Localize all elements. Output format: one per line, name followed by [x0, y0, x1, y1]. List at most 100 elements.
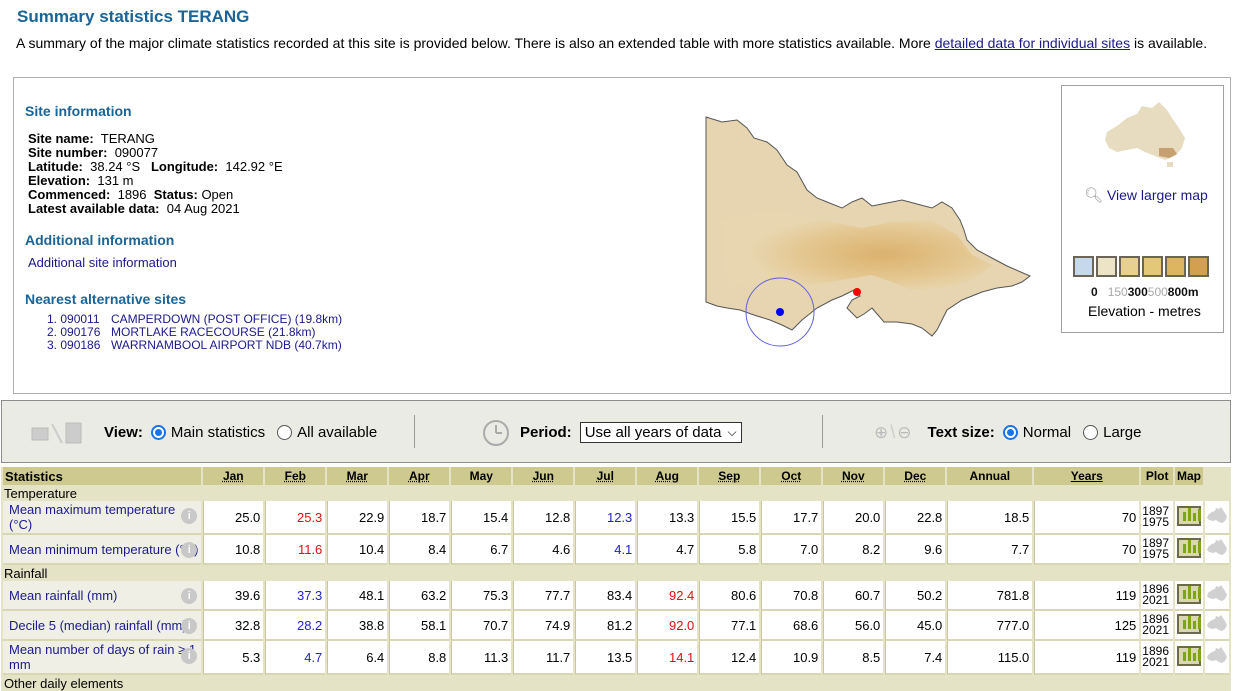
month-header[interactable]: Feb [265, 467, 326, 485]
statistic-label: Mean number of days of rain ≥ 1 mm [9, 642, 197, 672]
month-value-cell: 70.7 [451, 611, 512, 641]
map-cell [1205, 581, 1229, 611]
group-label: Rainfall [3, 565, 1203, 581]
bar-chart-icon[interactable] [1177, 505, 1201, 526]
month-header[interactable]: Aug [637, 467, 698, 485]
elevation-label: Elevation: [28, 173, 91, 188]
month-header[interactable]: Jun [513, 467, 574, 485]
statistic-label-cell[interactable]: Decile 5 (median) rainfall (mm) i [3, 611, 202, 641]
month-value-cell: 12.4 [699, 641, 760, 675]
climate-statistics-table: Statistics Jan Feb Mar Apr May Jun Jul Aug Sep Oc… [1, 467, 1231, 691]
radio-checked-icon [150, 425, 166, 440]
australia-map-icon [1207, 584, 1227, 601]
month-header[interactable]: May [451, 467, 512, 485]
zoom-in-icon[interactable]: ⊕ [874, 423, 888, 443]
month-value-cell: 11.6 [265, 535, 326, 565]
month-header[interactable]: Jan [203, 467, 264, 485]
month-value-cell: 70.8 [761, 581, 822, 611]
statistic-label-cell[interactable]: Mean minimum temperature (°C) i [3, 535, 202, 565]
zoom-out-icon[interactable]: ⊖ [897, 423, 911, 443]
page-title: Summary statistics TERANG [17, 7, 250, 26]
text-size-normal-radio[interactable]: Normal [1002, 424, 1071, 441]
month-header[interactable]: Apr [389, 467, 450, 485]
bar-chart-icon[interactable] [1177, 583, 1201, 604]
table-toolbar: View: Main statistics All available Peri… [1, 400, 1231, 463]
victoria-elevation-map[interactable] [692, 110, 1052, 360]
month-value-cell: 12.3 [575, 501, 636, 535]
info-icon[interactable]: i [181, 618, 198, 634]
month-header[interactable]: Jul [575, 467, 636, 485]
text-size-large-radio[interactable]: Large [1083, 424, 1141, 441]
month-header[interactable]: Nov [823, 467, 884, 485]
view-main-statistics-radio[interactable]: Main statistics [150, 424, 265, 441]
site-name-value: TERANG [100, 131, 155, 146]
month-value-cell: 60.7 [823, 581, 884, 611]
month-value-cell: 4.6 [513, 535, 574, 565]
month-header[interactable]: Sep [699, 467, 760, 485]
month-value-cell: 6.4 [327, 641, 388, 675]
month-header-label: Jun [532, 469, 554, 483]
month-value-cell: 7.4 [885, 641, 946, 675]
month-value-cell: 45.0 [885, 611, 946, 641]
bar-chart-icon[interactable] [1177, 537, 1201, 558]
statistic-label-cell[interactable]: Mean maximum temperature (°C) i [3, 501, 202, 535]
years-header[interactable]: Years [1034, 467, 1140, 485]
australia-map-icon [1207, 506, 1227, 523]
month-value-cell: 77.7 [513, 581, 574, 611]
table-row: Mean minimum temperature (°C) i 10.8 11.6 10… [3, 535, 1229, 565]
info-icon[interactable]: i [181, 508, 198, 524]
plot-cell [1175, 535, 1203, 565]
status-label: Status: [153, 187, 198, 202]
view-all-available-radio[interactable]: All available [277, 424, 377, 441]
years-count-cell: 70 [1034, 501, 1140, 535]
longitude-value: 142.92 °E [225, 159, 283, 174]
legend-label: 0 [1091, 285, 1098, 299]
info-icon[interactable]: i [181, 588, 198, 604]
nearest-site-name: MORTLAKE RACECOURSE (21.8km) [111, 325, 316, 339]
month-header-label: Feb [284, 469, 306, 483]
table-layout-toggle[interactable] [30, 401, 86, 464]
map-cell [1205, 501, 1229, 535]
period-group: Period: Use all years of data ⌵ [482, 401, 742, 464]
month-header[interactable]: Dec [885, 467, 946, 485]
legend-swatch [1073, 256, 1094, 277]
month-header[interactable]: Mar [327, 467, 388, 485]
text-size-label: Text size: [927, 424, 995, 441]
australia-locator-map[interactable] [1097, 96, 1197, 171]
month-value-cell: 13.3 [637, 501, 698, 535]
statistic-label-cell[interactable]: Mean rainfall (mm) i [3, 581, 202, 611]
years-count-cell: 125 [1034, 611, 1140, 641]
nearest-site-item[interactable]: 3. 090186 WARRNAMBOOL AIRPORT NDB (40.7km… [47, 339, 342, 352]
end-year: 1975 [1142, 547, 1169, 561]
month-value-cell: 11.7 [513, 641, 574, 675]
month-value-cell: 20.0 [823, 501, 884, 535]
australia-map-icon [1207, 538, 1227, 555]
info-icon[interactable]: i [181, 648, 198, 664]
view-larger-map-link[interactable]: 🔍︎ View larger map [1084, 186, 1208, 204]
statistic-label-cell[interactable]: Mean number of days of rain ≥ 1 mm i [3, 641, 202, 675]
statistic-label: Decile 5 (median) rainfall (mm) [9, 617, 187, 633]
month-value-cell: 22.9 [327, 501, 388, 535]
month-value-cell: 37.3 [265, 581, 326, 611]
detailed-data-link[interactable]: detailed data for individual sites [935, 35, 1130, 51]
site-marker[interactable] [776, 308, 784, 316]
statistic-label: Mean rainfall (mm) [9, 587, 118, 603]
month-value-cell: 11.3 [451, 641, 512, 675]
bar-chart-icon[interactable] [1177, 613, 1201, 634]
month-value-cell: 92.4 [637, 581, 698, 611]
toolbar-divider [822, 415, 823, 448]
year-range-cell: 1896 2021 [1141, 611, 1173, 641]
radio-checked-icon [1002, 425, 1018, 440]
period-select[interactable]: Use all years of data ⌵ [579, 422, 742, 443]
month-header[interactable]: Oct [761, 467, 822, 485]
additional-site-info-link[interactable]: Additional site information [28, 255, 177, 270]
period-select-value: Use all years of data [584, 424, 722, 441]
site-info-panel: Site information Site name: TERANG Site … [13, 77, 1231, 394]
bar-chart-icon[interactable] [1177, 645, 1201, 666]
month-value-cell: 80.6 [699, 581, 760, 611]
month-value-cell: 10.8 [203, 535, 264, 565]
annual-value-cell: 7.7 [947, 535, 1033, 565]
month-header-label: Dec [904, 469, 927, 483]
month-header-label: Apr [408, 469, 430, 483]
month-value-cell: 8.5 [823, 641, 884, 675]
